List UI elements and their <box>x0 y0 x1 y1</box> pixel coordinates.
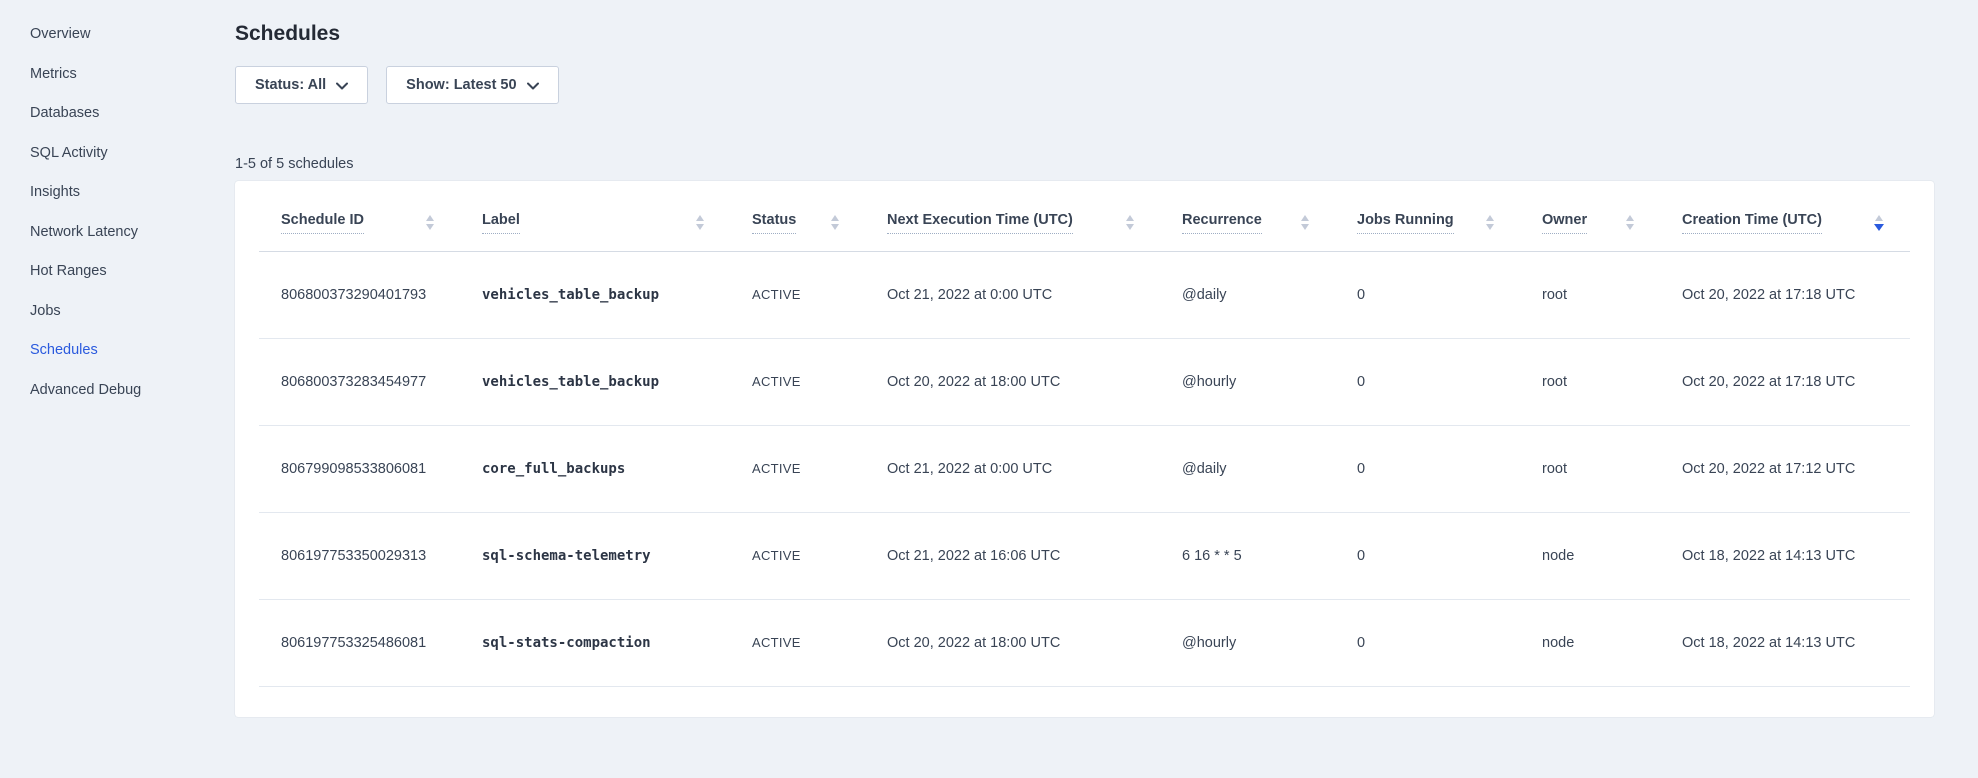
schedule-label-cell[interactable]: vehicles_table_backup <box>460 251 730 338</box>
recurrence-cell: @hourly <box>1160 599 1335 686</box>
status-filter-dropdown[interactable]: Status: All <box>235 66 368 104</box>
table-header-row: Schedule ID Label Status Next Execution … <box>259 181 1910 251</box>
column-header-recurrence[interactable]: Recurrence <box>1160 181 1335 251</box>
show-filter-dropdown[interactable]: Show: Latest 50 <box>386 66 558 104</box>
table-row: 806799098533806081 core_full_backups ACT… <box>259 425 1910 512</box>
table-row: 806197753350029313 sql-schema-telemetry … <box>259 512 1910 599</box>
status-cell: ACTIVE <box>730 338 865 425</box>
sidebar-item-overview[interactable]: Overview <box>30 25 235 43</box>
column-header-next-execution-time[interactable]: Next Execution Time (UTC) <box>865 181 1160 251</box>
sort-arrows-icon[interactable] <box>1301 215 1309 230</box>
owner-cell: root <box>1520 251 1660 338</box>
sidebar-item-advanced-debug[interactable]: Advanced Debug <box>30 381 235 399</box>
next-execution-cell: Oct 21, 2022 at 0:00 UTC <box>865 425 1160 512</box>
creation-time-cell: Oct 18, 2022 at 14:13 UTC <box>1660 512 1910 599</box>
column-header-label[interactable]: Label <box>460 181 730 251</box>
jobs-running-cell: 0 <box>1335 338 1520 425</box>
sort-arrows-icon[interactable] <box>426 215 434 230</box>
schedules-table: Schedule ID Label Status Next Execution … <box>259 181 1910 687</box>
chevron-down-icon <box>527 82 539 90</box>
schedule-id-cell: 806197753350029313 <box>259 512 460 599</box>
schedule-id-cell: 806197753325486081 <box>259 599 460 686</box>
recurrence-cell: @daily <box>1160 425 1335 512</box>
next-execution-cell: Oct 20, 2022 at 18:00 UTC <box>865 338 1160 425</box>
next-execution-cell: Oct 21, 2022 at 0:00 UTC <box>865 251 1160 338</box>
column-header-creation-time[interactable]: Creation Time (UTC) <box>1660 181 1910 251</box>
show-filter-label: Show: Latest 50 <box>406 77 516 93</box>
next-execution-cell: Oct 21, 2022 at 16:06 UTC <box>865 512 1160 599</box>
creation-time-cell: Oct 20, 2022 at 17:18 UTC <box>1660 338 1910 425</box>
creation-time-cell: Oct 20, 2022 at 17:18 UTC <box>1660 251 1910 338</box>
sidebar-item-databases[interactable]: Databases <box>30 104 235 122</box>
sidebar-item-network-latency[interactable]: Network Latency <box>30 223 235 241</box>
status-cell: ACTIVE <box>730 599 865 686</box>
page-title: Schedules <box>235 20 1934 48</box>
sort-arrows-icon[interactable] <box>696 215 704 230</box>
sidebar-item-jobs[interactable]: Jobs <box>30 302 235 320</box>
schedules-table-card: Schedule ID Label Status Next Execution … <box>235 181 1934 717</box>
table-row: 806800373290401793 vehicles_table_backup… <box>259 251 1910 338</box>
sidebar-item-hot-ranges[interactable]: Hot Ranges <box>30 262 235 280</box>
sort-arrows-icon[interactable] <box>1486 215 1494 230</box>
schedule-label-cell[interactable]: sql-schema-telemetry <box>460 512 730 599</box>
owner-cell: node <box>1520 512 1660 599</box>
recurrence-cell: @hourly <box>1160 338 1335 425</box>
column-header-owner[interactable]: Owner <box>1520 181 1660 251</box>
creation-time-cell: Oct 20, 2022 at 17:12 UTC <box>1660 425 1910 512</box>
main-content: Schedules Status: All Show: Latest 50 1-… <box>235 0 1934 717</box>
owner-cell: node <box>1520 599 1660 686</box>
status-cell: ACTIVE <box>730 425 865 512</box>
recurrence-cell: @daily <box>1160 251 1335 338</box>
next-execution-cell: Oct 20, 2022 at 18:00 UTC <box>865 599 1160 686</box>
jobs-running-cell: 0 <box>1335 251 1520 338</box>
owner-cell: root <box>1520 425 1660 512</box>
sidebar-item-metrics[interactable]: Metrics <box>30 65 235 83</box>
sort-arrows-icon[interactable] <box>1626 215 1634 230</box>
schedule-label-cell[interactable]: core_full_backups <box>460 425 730 512</box>
recurrence-cell: 6 16 * * 5 <box>1160 512 1335 599</box>
schedule-id-cell: 806800373283454977 <box>259 338 460 425</box>
schedule-id-cell: 806799098533806081 <box>259 425 460 512</box>
status-cell: ACTIVE <box>730 251 865 338</box>
jobs-running-cell: 0 <box>1335 599 1520 686</box>
sidebar-item-insights[interactable]: Insights <box>30 183 235 201</box>
jobs-running-cell: 0 <box>1335 425 1520 512</box>
jobs-running-cell: 0 <box>1335 512 1520 599</box>
sidebar: Overview Metrics Databases SQL Activity … <box>0 0 235 778</box>
sort-arrows-icon[interactable] <box>1126 215 1134 230</box>
column-header-schedule-id[interactable]: Schedule ID <box>259 181 460 251</box>
table-row: 806197753325486081 sql-stats-compaction … <box>259 599 1910 686</box>
table-row: 806800373283454977 vehicles_table_backup… <box>259 338 1910 425</box>
sort-arrows-icon[interactable] <box>1874 215 1884 231</box>
sidebar-item-schedules[interactable]: Schedules <box>30 341 235 359</box>
schedule-id-cell: 806800373290401793 <box>259 251 460 338</box>
schedule-label-cell[interactable]: vehicles_table_backup <box>460 338 730 425</box>
chevron-down-icon <box>336 82 348 90</box>
sidebar-item-sql-activity[interactable]: SQL Activity <box>30 144 235 162</box>
column-header-status[interactable]: Status <box>730 181 865 251</box>
status-cell: ACTIVE <box>730 512 865 599</box>
schedule-label-cell[interactable]: sql-stats-compaction <box>460 599 730 686</box>
status-filter-label: Status: All <box>255 77 326 93</box>
creation-time-cell: Oct 18, 2022 at 14:13 UTC <box>1660 599 1910 686</box>
filter-bar: Status: All Show: Latest 50 <box>235 66 1934 104</box>
sort-arrows-icon[interactable] <box>831 215 839 230</box>
results-count: 1-5 of 5 schedules <box>235 156 1934 172</box>
owner-cell: root <box>1520 338 1660 425</box>
column-header-jobs-running[interactable]: Jobs Running <box>1335 181 1520 251</box>
